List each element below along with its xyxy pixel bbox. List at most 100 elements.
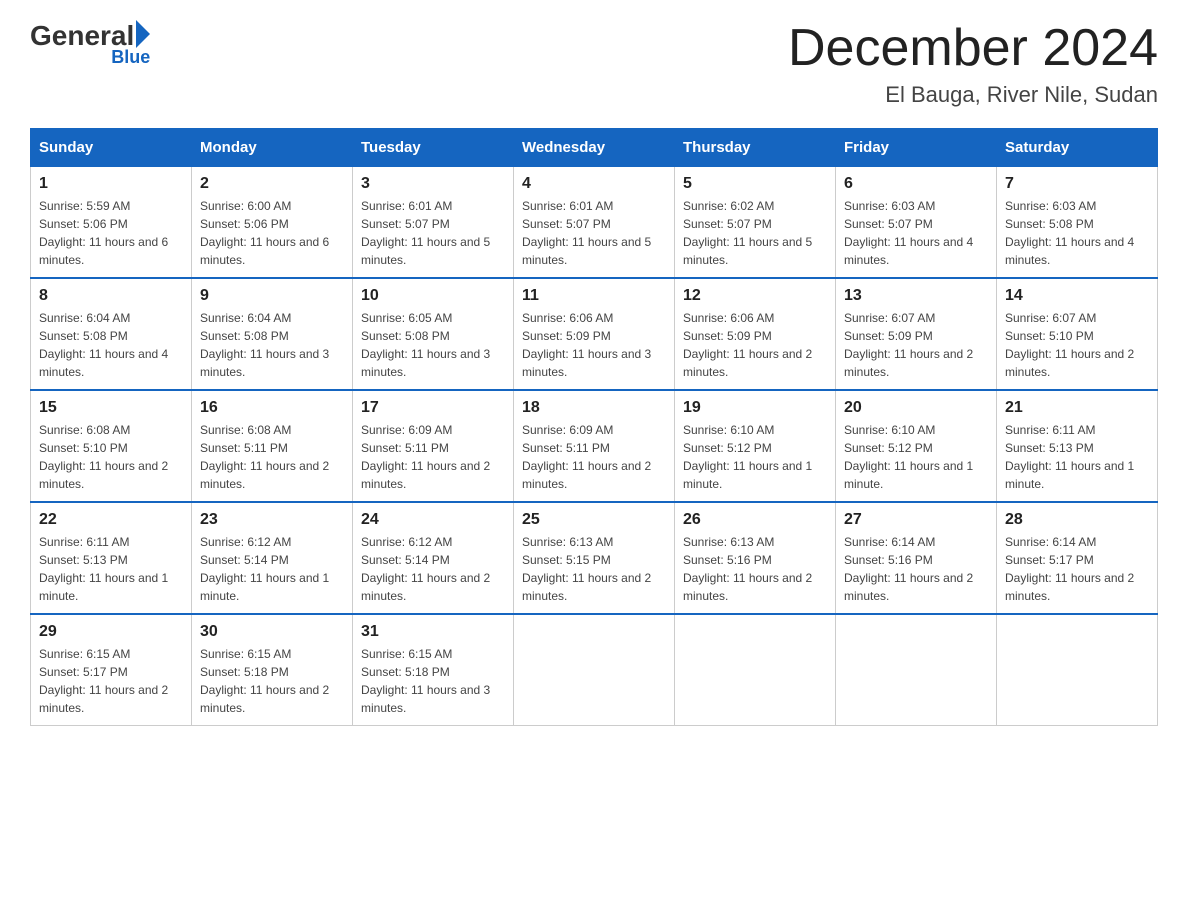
calendar-cell: 28 Sunrise: 6:14 AMSunset: 5:17 PMDayligh… xyxy=(997,502,1158,614)
col-header-tuesday: Tuesday xyxy=(353,129,514,167)
month-year-title: December 2024 xyxy=(788,20,1158,77)
calendar-cell: 18 Sunrise: 6:09 AMSunset: 5:11 PMDayligh… xyxy=(514,390,675,502)
day-info: Sunrise: 6:07 AMSunset: 5:10 PMDaylight:… xyxy=(1005,309,1149,381)
title-block: December 2024 El Bauga, River Nile, Suda… xyxy=(788,20,1158,108)
day-info: Sunrise: 6:12 AMSunset: 5:14 PMDaylight:… xyxy=(361,533,505,605)
day-info: Sunrise: 6:09 AMSunset: 5:11 PMDaylight:… xyxy=(361,421,505,493)
day-info: Sunrise: 6:14 AMSunset: 5:17 PMDaylight:… xyxy=(1005,533,1149,605)
day-info: Sunrise: 6:15 AMSunset: 5:18 PMDaylight:… xyxy=(361,645,505,717)
calendar-week-5: 29 Sunrise: 6:15 AMSunset: 5:17 PMDayligh… xyxy=(31,614,1158,726)
day-number: 1 xyxy=(39,175,183,193)
day-info: Sunrise: 6:11 AMSunset: 5:13 PMDaylight:… xyxy=(39,533,183,605)
day-info: Sunrise: 6:03 AMSunset: 5:07 PMDaylight:… xyxy=(844,197,988,269)
col-header-sunday: Sunday xyxy=(31,129,192,167)
calendar-cell: 22 Sunrise: 6:11 AMSunset: 5:13 PMDayligh… xyxy=(31,502,192,614)
day-number: 9 xyxy=(200,287,344,305)
day-number: 8 xyxy=(39,287,183,305)
day-number: 23 xyxy=(200,511,344,529)
col-header-monday: Monday xyxy=(192,129,353,167)
calendar-cell: 8 Sunrise: 6:04 AMSunset: 5:08 PMDaylight… xyxy=(31,278,192,390)
calendar-cell xyxy=(997,614,1158,726)
calendar-cell: 5 Sunrise: 6:02 AMSunset: 5:07 PMDaylight… xyxy=(675,167,836,279)
day-info: Sunrise: 6:07 AMSunset: 5:09 PMDaylight:… xyxy=(844,309,988,381)
calendar-week-3: 15 Sunrise: 6:08 AMSunset: 5:10 PMDayligh… xyxy=(31,390,1158,502)
day-number: 24 xyxy=(361,511,505,529)
calendar-cell: 2 Sunrise: 6:00 AMSunset: 5:06 PMDaylight… xyxy=(192,167,353,279)
day-number: 11 xyxy=(522,287,666,305)
calendar-cell: 23 Sunrise: 6:12 AMSunset: 5:14 PMDayligh… xyxy=(192,502,353,614)
calendar-cell: 11Sunrise: 6:06 AMSunset: 5:09 PMDayligh… xyxy=(514,278,675,390)
day-info: Sunrise: 6:15 AMSunset: 5:17 PMDaylight:… xyxy=(39,645,183,717)
day-number: 7 xyxy=(1005,175,1149,193)
day-info: Sunrise: 6:09 AMSunset: 5:11 PMDaylight:… xyxy=(522,421,666,493)
calendar-cell: 1 Sunrise: 5:59 AMSunset: 5:06 PMDaylight… xyxy=(31,167,192,279)
calendar-cell: 19Sunrise: 6:10 AMSunset: 5:12 PMDayligh… xyxy=(675,390,836,502)
calendar-cell: 4 Sunrise: 6:01 AMSunset: 5:07 PMDaylight… xyxy=(514,167,675,279)
calendar-cell: 15 Sunrise: 6:08 AMSunset: 5:10 PMDayligh… xyxy=(31,390,192,502)
day-number: 5 xyxy=(683,175,827,193)
day-info: Sunrise: 6:13 AMSunset: 5:16 PMDaylight:… xyxy=(683,533,827,605)
calendar-cell: 7Sunrise: 6:03 AMSunset: 5:08 PMDaylight… xyxy=(997,167,1158,279)
day-number: 12 xyxy=(683,287,827,305)
day-info: Sunrise: 6:10 AMSunset: 5:12 PMDaylight:… xyxy=(683,421,827,493)
logo: General Blue xyxy=(30,20,150,68)
calendar-week-1: 1 Sunrise: 5:59 AMSunset: 5:06 PMDaylight… xyxy=(31,167,1158,279)
day-info: Sunrise: 6:14 AMSunset: 5:16 PMDaylight:… xyxy=(844,533,988,605)
day-number: 27 xyxy=(844,511,988,529)
col-header-wednesday: Wednesday xyxy=(514,129,675,167)
col-header-saturday: Saturday xyxy=(997,129,1158,167)
day-info: Sunrise: 6:15 AMSunset: 5:18 PMDaylight:… xyxy=(200,645,344,717)
day-number: 25 xyxy=(522,511,666,529)
logo-blue-text: Blue xyxy=(30,47,150,68)
day-info: Sunrise: 6:04 AMSunset: 5:08 PMDaylight:… xyxy=(200,309,344,381)
calendar-week-2: 8 Sunrise: 6:04 AMSunset: 5:08 PMDaylight… xyxy=(31,278,1158,390)
day-number: 15 xyxy=(39,399,183,417)
day-info: Sunrise: 6:00 AMSunset: 5:06 PMDaylight:… xyxy=(200,197,344,269)
day-number: 22 xyxy=(39,511,183,529)
day-number: 17 xyxy=(361,399,505,417)
calendar-cell: 29 Sunrise: 6:15 AMSunset: 5:17 PMDayligh… xyxy=(31,614,192,726)
page-header: General Blue December 2024 El Bauga, Riv… xyxy=(30,20,1158,108)
calendar-week-4: 22 Sunrise: 6:11 AMSunset: 5:13 PMDayligh… xyxy=(31,502,1158,614)
day-number: 10 xyxy=(361,287,505,305)
calendar-cell: 12 Sunrise: 6:06 AMSunset: 5:09 PMDayligh… xyxy=(675,278,836,390)
day-number: 14 xyxy=(1005,287,1149,305)
day-number: 31 xyxy=(361,623,505,641)
calendar-cell: 17 Sunrise: 6:09 AMSunset: 5:11 PMDayligh… xyxy=(353,390,514,502)
day-info: Sunrise: 6:06 AMSunset: 5:09 PMDaylight:… xyxy=(683,309,827,381)
day-number: 2 xyxy=(200,175,344,193)
day-number: 29 xyxy=(39,623,183,641)
calendar-cell: 3 Sunrise: 6:01 AMSunset: 5:07 PMDaylight… xyxy=(353,167,514,279)
day-info: Sunrise: 6:08 AMSunset: 5:11 PMDaylight:… xyxy=(200,421,344,493)
day-number: 18 xyxy=(522,399,666,417)
calendar-cell: 25Sunrise: 6:13 AMSunset: 5:15 PMDayligh… xyxy=(514,502,675,614)
calendar-cell xyxy=(514,614,675,726)
day-number: 28 xyxy=(1005,511,1149,529)
day-number: 21 xyxy=(1005,399,1149,417)
calendar-cell: 14 Sunrise: 6:07 AMSunset: 5:10 PMDayligh… xyxy=(997,278,1158,390)
calendar-cell: 24 Sunrise: 6:12 AMSunset: 5:14 PMDayligh… xyxy=(353,502,514,614)
calendar-cell: 9 Sunrise: 6:04 AMSunset: 5:08 PMDaylight… xyxy=(192,278,353,390)
day-info: Sunrise: 6:08 AMSunset: 5:10 PMDaylight:… xyxy=(39,421,183,493)
calendar-cell: 26Sunrise: 6:13 AMSunset: 5:16 PMDayligh… xyxy=(675,502,836,614)
day-number: 3 xyxy=(361,175,505,193)
calendar-cell: 20Sunrise: 6:10 AMSunset: 5:12 PMDayligh… xyxy=(836,390,997,502)
calendar-cell: 27 Sunrise: 6:14 AMSunset: 5:16 PMDayligh… xyxy=(836,502,997,614)
calendar-cell: 16Sunrise: 6:08 AMSunset: 5:11 PMDayligh… xyxy=(192,390,353,502)
calendar-table: SundayMondayTuesdayWednesdayThursdayFrid… xyxy=(30,128,1158,726)
day-info: Sunrise: 6:12 AMSunset: 5:14 PMDaylight:… xyxy=(200,533,344,605)
day-info: Sunrise: 6:04 AMSunset: 5:08 PMDaylight:… xyxy=(39,309,183,381)
day-info: Sunrise: 6:02 AMSunset: 5:07 PMDaylight:… xyxy=(683,197,827,269)
day-number: 4 xyxy=(522,175,666,193)
calendar-cell: 31 Sunrise: 6:15 AMSunset: 5:18 PMDayligh… xyxy=(353,614,514,726)
day-info: Sunrise: 5:59 AMSunset: 5:06 PMDaylight:… xyxy=(39,197,183,269)
header-row: SundayMondayTuesdayWednesdayThursdayFrid… xyxy=(31,129,1158,167)
day-info: Sunrise: 6:10 AMSunset: 5:12 PMDaylight:… xyxy=(844,421,988,493)
day-number: 6 xyxy=(844,175,988,193)
location-subtitle: El Bauga, River Nile, Sudan xyxy=(788,82,1158,108)
day-info: Sunrise: 6:01 AMSunset: 5:07 PMDaylight:… xyxy=(522,197,666,269)
day-info: Sunrise: 6:01 AMSunset: 5:07 PMDaylight:… xyxy=(361,197,505,269)
col-header-thursday: Thursday xyxy=(675,129,836,167)
day-info: Sunrise: 6:05 AMSunset: 5:08 PMDaylight:… xyxy=(361,309,505,381)
calendar-cell xyxy=(836,614,997,726)
